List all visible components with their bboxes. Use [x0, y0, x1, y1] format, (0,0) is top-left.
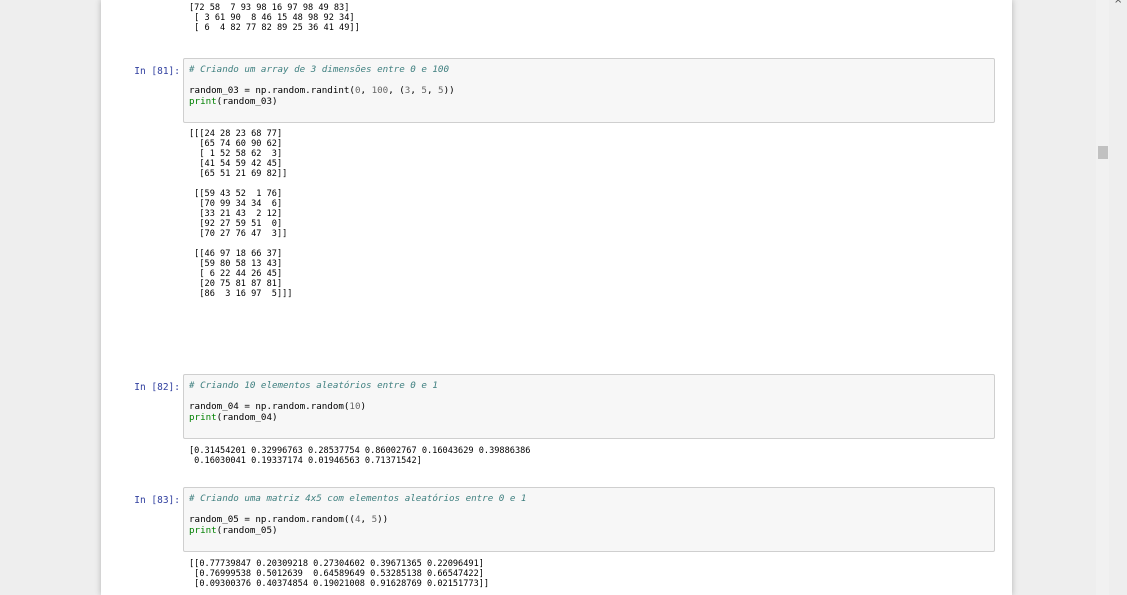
code-number: 10: [349, 401, 361, 412]
code-text: )): [377, 514, 389, 525]
cell-83-input[interactable]: # Criando uma matriz 4x5 com elementos a…: [183, 487, 995, 552]
code-text: ): [360, 401, 367, 412]
code-text: (random_04): [216, 411, 278, 423]
code-text: random_05 = np.random.random((: [189, 514, 355, 525]
code-line: # Criando um array de 3 dimensões entre …: [189, 64, 989, 76]
code-line: # Criando uma matriz 4x5 com elementos a…: [189, 493, 989, 505]
page-scrollbar-thumb[interactable]: [1098, 146, 1108, 159]
cell-80-output: [72 58 7 93 98 16 97 98 49 83] [ 3 61 90…: [189, 3, 360, 33]
code-text: (random_05): [216, 524, 278, 536]
code-line: print(random_04): [189, 411, 989, 424]
code-text: ,: [410, 85, 422, 96]
code-text: , (: [388, 85, 405, 96]
code-text: ,: [360, 85, 372, 96]
cell-81-prompt: In [81]:: [134, 66, 180, 77]
code-line: print(random_05): [189, 524, 989, 537]
close-icon[interactable]: ×: [1114, 0, 1122, 6]
cell-83-output: [[0.77739847 0.20309218 0.27304602 0.396…: [189, 559, 490, 589]
code-text: random_04 = np.random.random(: [189, 401, 350, 412]
code-comment: # Criando um array de 3 dimensões entre …: [189, 64, 449, 75]
notebook-container: [72 58 7 93 98 16 97 98 49 83] [ 3 61 90…: [101, 0, 1012, 595]
code-comment: # Criando 10 elementos aleatórios entre …: [189, 380, 438, 391]
code-line: random_05 = np.random.random((4, 5)): [189, 514, 989, 526]
cell-82-prompt: In [82]:: [134, 382, 180, 393]
code-line: random_04 = np.random.random(10): [189, 401, 989, 413]
code-line: # Criando 10 elementos aleatórios entre …: [189, 380, 989, 392]
code-builtin: print: [189, 524, 217, 536]
code-text: ,: [360, 514, 372, 525]
cell-82-input[interactable]: # Criando 10 elementos aleatórios entre …: [183, 374, 995, 439]
code-builtin: print: [189, 95, 217, 107]
code-line: print(random_03): [189, 95, 989, 108]
code-comment: # Criando uma matriz 4x5 com elementos a…: [189, 493, 527, 504]
cell-83-prompt: In [83]:: [134, 495, 180, 506]
cell-82-output: [0.31454201 0.32996763 0.28537754 0.8600…: [189, 446, 531, 466]
code-text: random_03 = np.random.randint(: [189, 85, 355, 96]
code-text: (random_03): [216, 95, 278, 107]
code-line: random_03 = np.random.randint(0, 100, (3…: [189, 85, 989, 97]
code-builtin: print: [189, 411, 217, 423]
code-number: 100: [371, 85, 389, 96]
page-scrollbar[interactable]: [1096, 0, 1109, 595]
code-text: ,: [426, 85, 439, 96]
cell-81-output: [[[24 28 23 68 77] [65 74 60 90 62] [ 1 …: [189, 129, 293, 299]
code-text: )): [443, 85, 455, 96]
cell-81-input[interactable]: # Criando um array de 3 dimensões entre …: [183, 58, 995, 123]
